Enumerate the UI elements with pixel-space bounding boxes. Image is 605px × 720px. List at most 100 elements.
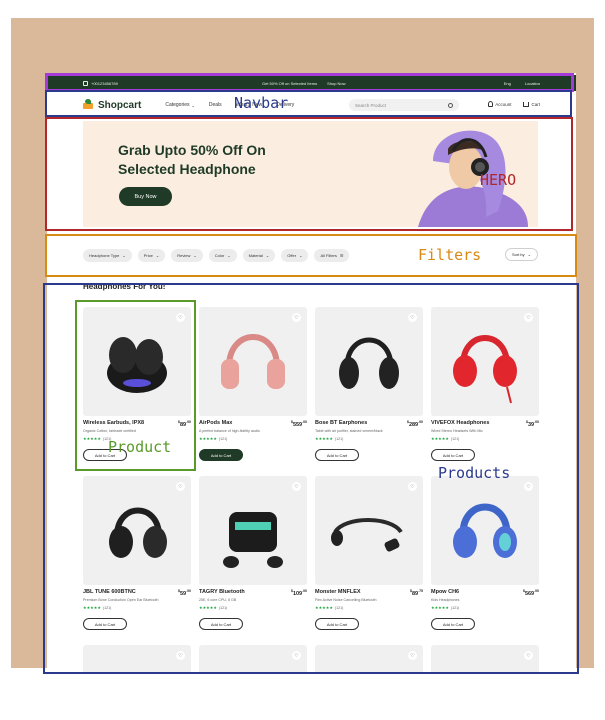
product-name[interactable]: JBL TUNE 600BTNC [83,589,136,595]
add-to-cart-button[interactable]: Add to Cart [83,618,127,630]
heart-icon[interactable]: ♡ [292,482,301,491]
phone-contact[interactable]: +00123456789 [83,80,118,86]
filter-color[interactable]: Color ⌄ [208,248,237,262]
product-card-partial[interactable]: ♡ [315,645,423,673]
heart-icon[interactable]: ♡ [176,313,185,322]
review-count: (121) [334,436,344,441]
language-select[interactable]: Eng [504,81,511,86]
add-to-cart-button[interactable]: Add to Cart [431,618,475,630]
sort-by-dropdown[interactable]: Sort by ⌄ [504,248,538,261]
product-name[interactable]: Wireless Earbuds, IPX8 [83,420,144,426]
product-title-row: Bose BT Earphones $289.00 [315,420,423,428]
product-image[interactable]: ♡ [83,476,191,585]
product-image[interactable]: ♡ [199,476,307,585]
filter-review[interactable]: Review ⌄ [171,248,203,262]
product-card[interactable]: ♡ Mpow CH6 $569.00 Kids Headphones ★★★★★ (121… [431,476,539,637]
price-cents: .00 [186,420,191,424]
product-card-partial[interactable]: ♡ [83,645,191,673]
price-cents: .00 [418,420,423,424]
product-image[interactable]: ♡ [83,645,191,673]
filter-price[interactable]: Price ⌄ [137,248,166,262]
hero-annotation-label: HERO [480,171,517,189]
review-count: (121) [334,605,344,610]
heart-icon[interactable]: ♡ [524,482,533,491]
heart-icon[interactable]: ♡ [176,651,185,660]
price-cents: .00 [186,589,191,593]
sort-label: Sort by [511,252,525,257]
heart-icon[interactable]: ♡ [408,482,417,491]
product-card-partial[interactable]: ♡ [199,645,307,673]
product-price: $109.00 [291,589,307,597]
product-name[interactable]: Monster MNFLEX [315,589,361,595]
cart-label: Cart [531,101,540,107]
product-card-partial[interactable]: ♡ [431,645,539,673]
shop-now-link[interactable]: Shop Now [327,81,345,86]
product-description: Wired Stereo Headsets With Mic [431,429,483,433]
headphone-image [453,335,517,404]
heart-icon[interactable]: ♡ [524,313,533,322]
product-card[interactable]: ♡ AirPods Max $559.00 A perfect balance of … [199,307,307,468]
product-image[interactable]: ♡ [431,645,539,673]
filter-offer[interactable]: Offer ⌄ [281,248,309,262]
logo[interactable]: Shopcart [81,99,141,111]
product-rating: ★★★★★ (121) [199,605,227,610]
cart-button[interactable]: Cart [523,101,540,107]
search-input[interactable]: Search Product [349,99,459,111]
heart-icon[interactable]: ♡ [524,651,533,660]
product-price: $89.00 [178,420,191,428]
product-price: $569.00 [523,589,539,597]
product-grid: ♡ Wireless Earbuds, IPX8 $89.00 Organic Cot… [83,307,541,673]
product-image[interactable]: ♡ [315,645,423,673]
search-icon[interactable] [448,102,453,108]
nav-link-categories[interactable]: Categories ⌄ [165,102,195,108]
product-name[interactable]: VIVEFOX Headphones [431,420,489,426]
filter-all-filters[interactable]: All Filters ☰ [314,248,350,262]
nav-link-deals[interactable]: Deals [209,102,222,108]
products-annotation-label: Products [438,464,511,482]
product-image[interactable]: ♡ [199,307,307,416]
heart-icon[interactable]: ♡ [292,313,301,322]
product-name[interactable]: TAGRY Bluetooth [199,589,245,595]
product-image[interactable]: ♡ [431,307,539,416]
product-image[interactable]: ♡ [83,307,191,416]
product-image[interactable]: ♡ [199,645,307,673]
product-description: Premium Bone Conduction Open Ear Bluetoo… [83,598,159,602]
product-image[interactable]: ♡ [315,476,423,585]
add-to-cart-button[interactable]: Add to Cart [315,449,359,461]
product-card[interactable]: ♡ VIVEFOX Headphones $39.00 Wired Stereo He… [431,307,539,468]
heart-icon[interactable]: ♡ [408,313,417,322]
account-label: Account [495,101,512,107]
add-to-cart-button[interactable]: Add to Cart [199,449,243,461]
product-image[interactable]: ♡ [431,476,539,585]
product-name[interactable]: Bose BT Earphones [315,420,367,426]
location-select[interactable]: Location [525,81,540,86]
product-image[interactable]: ♡ [315,307,423,416]
product-card[interactable]: ♡ Monster MNFLEX $89.75 Flex Active Noise C… [315,476,423,637]
heart-icon[interactable]: ♡ [292,651,301,660]
hero-title: Grab Upto 50% Off On Selected Headphone [118,142,266,177]
add-to-cart-button[interactable]: Add to Cart [315,618,359,630]
account-button[interactable]: Account [488,101,511,107]
add-to-cart-button[interactable]: Add to Cart [431,449,475,461]
product-name[interactable]: Mpow CH6 [431,589,459,595]
review-count: (121) [102,605,112,610]
filter-label: Review [177,252,191,258]
buy-now-button[interactable]: Buy Now [119,187,172,206]
cart-logo-icon [81,99,95,111]
add-to-cart-button[interactable]: Add to Cart [199,618,243,630]
product-card[interactable]: ♡ JBL TUNE 600BTNC $59.00 Premium Bone Cond… [83,476,191,637]
product-price: $289.00 [407,420,423,428]
cart-icon [523,101,530,107]
filter-headphone-type[interactable]: Headphone Type ⌄ [83,248,132,262]
product-name[interactable]: AirPods Max [199,420,232,426]
product-card[interactable]: ♡ TAGRY Bluetooth $109.00 25E, 6 core CPU, … [199,476,307,637]
chevron-down-icon: ⌄ [193,252,197,258]
price-cents: .00 [302,420,307,424]
review-count: (121) [218,436,228,441]
nav-link-label: Categories [165,102,190,108]
product-card[interactable]: ♡ Bose BT Earphones $289.00 Table with air … [315,307,423,468]
heart-icon[interactable]: ♡ [408,651,417,660]
heart-icon[interactable]: ♡ [176,482,185,491]
product-description: 25E, 6 core CPU, 8 GB [199,598,237,602]
filter-material[interactable]: Material ⌄ [242,248,276,262]
